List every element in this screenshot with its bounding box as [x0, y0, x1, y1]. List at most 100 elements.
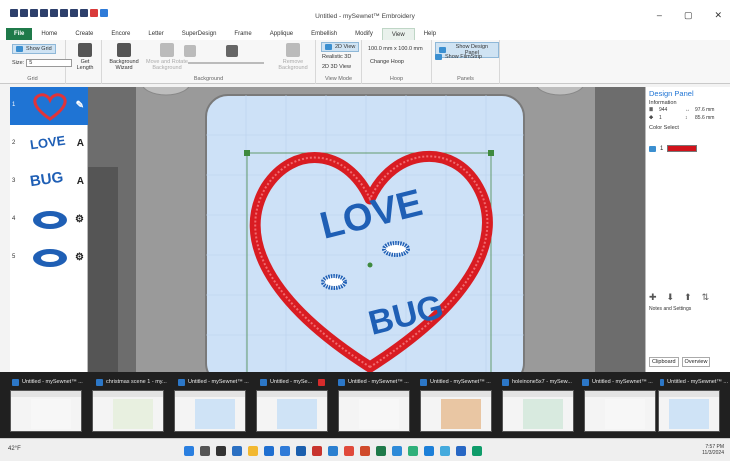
menu-embellish[interactable]: Embellish: [302, 28, 346, 40]
preview-thumbnail[interactable]: [420, 390, 492, 432]
close-button[interactable]: ✕: [714, 10, 722, 21]
menu-file[interactable]: File: [6, 28, 33, 40]
change-hoop-button[interactable]: Change Hoop: [370, 59, 404, 65]
stitches-icon: ≣: [649, 107, 654, 113]
preview-thumbnail[interactable]: [174, 390, 246, 432]
realistic-3d-button[interactable]: Realistic 3D: [322, 54, 351, 60]
add-color-icon[interactable]: ✚: [649, 292, 657, 303]
preview-item[interactable]: christmas scene 1 - my...: [96, 376, 176, 388]
app-icon[interactable]: [296, 446, 306, 456]
color-count: 1: [659, 115, 662, 121]
menu-create[interactable]: Create: [66, 28, 102, 40]
width-icon: ↔: [685, 107, 690, 113]
tab-clipboard[interactable]: Clipboard: [649, 357, 679, 367]
preview-thumbnail[interactable]: [338, 390, 410, 432]
motif-thumbnail-icon: [33, 249, 67, 267]
shirt-outline-icon: [184, 45, 196, 57]
preview-item[interactable]: Untitled - mySewnet™ ...: [582, 376, 656, 388]
preview-thumbnail[interactable]: [502, 390, 574, 432]
menu-home[interactable]: Home: [32, 28, 66, 40]
preview-item[interactable]: Untitled - mySe...: [260, 376, 316, 388]
app-icon[interactable]: [456, 446, 466, 456]
app-icon[interactable]: [280, 446, 290, 456]
opacity-slider[interactable]: [188, 62, 264, 64]
preview-item[interactable]: Untitled - mySewnet™ ...: [178, 376, 258, 388]
preview-thumbnail[interactable]: [92, 390, 164, 432]
preview-item[interactable]: holeinone5x7 - mySew...: [502, 376, 580, 388]
view-2d-button[interactable]: 2D View: [321, 42, 360, 52]
chrome-icon[interactable]: [344, 446, 354, 456]
hoop-group: 100.0 mm x 100.0 mm Change Hoop Hoop: [362, 40, 432, 84]
mysewnet-taskbar-icon[interactable]: [376, 446, 386, 456]
maximize-button[interactable]: ▢: [684, 10, 693, 21]
app-icon[interactable]: [328, 446, 338, 456]
preview-item[interactable]: Untitled - mySewnet™ ...: [660, 376, 728, 388]
menu-encore[interactable]: Encore: [102, 28, 139, 40]
view-3d-button[interactable]: 2D 3D View: [322, 64, 351, 70]
widgets-icon[interactable]: [232, 446, 242, 456]
preview-close-button[interactable]: [318, 376, 330, 388]
get-length-button[interactable]: Get Length: [74, 43, 96, 71]
sort-icon[interactable]: ⇅: [702, 292, 710, 303]
design-canvas[interactable]: LOVE BUG: [88, 87, 645, 372]
menu-letter[interactable]: Letter: [139, 28, 172, 40]
app-icon: [96, 378, 103, 386]
move-down-icon[interactable]: ⬇: [667, 292, 675, 303]
menu-superdesign[interactable]: SuperDesign: [173, 28, 226, 40]
start-icon[interactable]: [184, 446, 194, 456]
app-icon[interactable]: [440, 446, 450, 456]
preview-thumbnail[interactable]: [10, 390, 82, 432]
move-rotate-background-button[interactable]: Move and Rotate Background: [146, 43, 188, 71]
panels-group: Show Design Panel Show FilmStrip Panels: [432, 40, 500, 84]
preview-item[interactable]: Untitled - mySewnet™ ...: [420, 376, 500, 388]
filmstrip-item-love[interactable]: 2 LOVE A: [10, 125, 88, 163]
tab-overview[interactable]: Overview: [681, 357, 711, 367]
color-checkbox[interactable]: [649, 145, 656, 152]
menu-modify[interactable]: Modify: [346, 28, 382, 40]
filmstrip-item-heart[interactable]: 1 ✎: [10, 87, 88, 125]
preview-item[interactable]: Untitled - mySewnet™ ...: [338, 376, 418, 388]
show-filmstrip-button[interactable]: Show FilmStrip: [435, 54, 482, 60]
system-clock[interactable]: 7:57 PM 11/3/2024: [702, 444, 724, 456]
background-group: Background Wizard Move and Rotate Backgr…: [102, 40, 316, 84]
move-up-icon[interactable]: ⬆: [684, 292, 692, 303]
color-row[interactable]: 1: [649, 145, 698, 152]
color-select-label: Color Select: [649, 125, 679, 131]
app-icon: [338, 378, 345, 386]
color-swatch[interactable]: [667, 145, 698, 152]
view-mode-group: 2D View Realistic 3D 2D 3D View View Mod…: [316, 40, 362, 84]
task-view-icon[interactable]: [216, 446, 226, 456]
app-icon[interactable]: [264, 446, 274, 456]
menu-applique[interactable]: Applique: [261, 28, 302, 40]
menu-help[interactable]: Help: [415, 28, 445, 40]
file-explorer-icon[interactable]: [248, 446, 258, 456]
preview-thumbnail[interactable]: [256, 390, 328, 432]
grid-size-control: Size: 5: [12, 59, 73, 67]
app-icon[interactable]: [360, 446, 370, 456]
motif-thumbnail-icon: [33, 211, 67, 229]
search-icon[interactable]: [200, 446, 210, 456]
preview-thumbnail[interactable]: [658, 390, 720, 432]
app-icon[interactable]: [472, 446, 482, 456]
heart-thumbnail-icon: [33, 93, 67, 121]
app-icon[interactable]: [408, 446, 418, 456]
background-wizard-button[interactable]: Background Wizard: [106, 43, 142, 71]
menu-frame[interactable]: Frame: [225, 28, 260, 40]
notes-settings-label: Notes and Settings: [649, 306, 692, 312]
app-icon[interactable]: [392, 446, 402, 456]
filmstrip-item-motif-1[interactable]: 4 ⚙: [10, 201, 88, 239]
app-icon[interactable]: [424, 446, 434, 456]
filmstrip-panel: 1 ✎ 2 LOVE A 3 BUG A 4 ⚙ 5 ⚙: [10, 87, 88, 372]
menu-view[interactable]: View: [381, 27, 415, 41]
filmstrip-item-bug[interactable]: 3 BUG A: [10, 163, 88, 201]
preview-item[interactable]: Untitled - mySewnet™ ...: [12, 376, 94, 388]
filmstrip-item-motif-2[interactable]: 5 ⚙: [10, 239, 88, 277]
preview-thumbnail[interactable]: [584, 390, 656, 432]
remove-background-button[interactable]: Remove Background: [274, 43, 312, 71]
app-icon[interactable]: [312, 446, 322, 456]
weather-widget[interactable]: 42°F: [8, 446, 21, 452]
show-grid-button[interactable]: Show Grid: [12, 44, 56, 54]
letter-icon: A: [76, 176, 84, 187]
minimize-button[interactable]: –: [657, 10, 662, 21]
app-icon: [260, 378, 267, 386]
